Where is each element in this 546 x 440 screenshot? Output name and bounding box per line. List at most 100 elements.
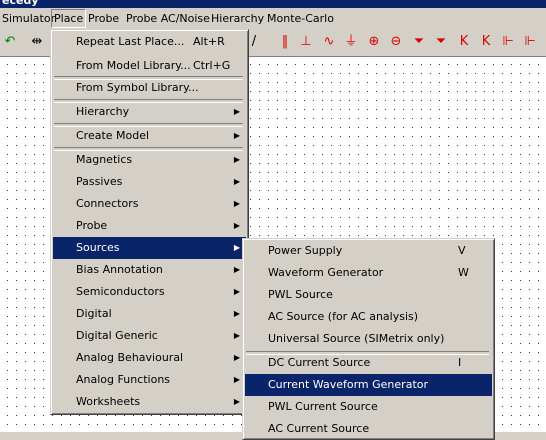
current-source-icon[interactable]: ⊕: [365, 33, 383, 51]
menu-bar: Simulator Place Probe Probe AC/Noise Hie…: [0, 8, 546, 29]
sources-menu-item-pwl-current-source[interactable]: PWL Current Source: [245, 396, 492, 418]
place-menu-item-repeat-last-place[interactable]: Repeat Last Place... Alt+R: [53, 31, 246, 53]
place-menu-item-semiconductors[interactable]: Semiconductors ▶: [53, 281, 246, 303]
transistor-npn-icon[interactable]: K: [455, 33, 473, 51]
place-menu-item-connectors[interactable]: Connectors ▶: [53, 193, 246, 215]
menu-item-shortcut: V: [458, 244, 466, 257]
menu-item-label: Semiconductors: [76, 285, 165, 298]
submenu-arrow-icon: ▶: [233, 131, 240, 140]
sources-menu-item-universal-source-simetrix-only[interactable]: Universal Source (SIMetrix only): [245, 328, 492, 350]
menu-item-shortcut: I: [458, 356, 462, 369]
place-menu-item-bias-annotation[interactable]: Bias Annotation ▶: [53, 259, 246, 281]
menu-separator: [54, 123, 243, 127]
place-menu-item-create-model[interactable]: Create Model ▶: [53, 125, 246, 147]
capacitor-icon[interactable]: ‖: [276, 33, 294, 51]
menu-item-label: Digital Generic: [76, 329, 158, 342]
menu-item-label: Power Supply: [268, 244, 343, 257]
place-menu-item-digital-generic[interactable]: Digital Generic ▶: [53, 325, 246, 347]
menu-item-shortcut: Alt+R: [193, 35, 225, 48]
menu-item-label: Hierarchy: [76, 105, 130, 118]
place-menu-item-hierarchy[interactable]: Hierarchy ▶: [53, 101, 246, 123]
place-menu-item-from-symbol-library[interactable]: From Symbol Library...: [53, 77, 246, 99]
place-menu-item-from-model-library[interactable]: From Model Library... Ctrl+G: [53, 55, 246, 77]
place-menu-item-sources[interactable]: Sources ▶: [53, 237, 246, 259]
menu-item-label: Create Model: [76, 129, 150, 142]
sources-menu-item-current-waveform-generator[interactable]: Current Waveform Generator: [245, 374, 492, 396]
menu-item-label: Passives: [76, 175, 123, 188]
menu-item-label: Waveform Generator: [268, 266, 384, 279]
menu-hierarchy[interactable]: Hierarchy: [209, 10, 266, 27]
voltage-source-icon[interactable]: ⊖: [387, 33, 405, 51]
diode-icon[interactable]: ⏷: [410, 33, 428, 51]
place-menu: Repeat Last Place... Alt+R From Model Libr…: [50, 29, 249, 415]
menu-item-shortcut: W: [458, 266, 469, 279]
title-bar: ecedy: [0, 0, 546, 8]
jfet-icon[interactable]: ⊩: [499, 33, 517, 51]
place-menu-item-passives[interactable]: Passives ▶: [53, 171, 246, 193]
menu-probe[interactable]: Probe: [86, 10, 121, 27]
menu-item-label: Sources: [76, 241, 120, 254]
inductor-icon[interactable]: ⊥: [297, 33, 315, 51]
window-title: ecedy: [2, 0, 39, 7]
menu-item-label: AC Source (for AC analysis): [268, 310, 419, 323]
menu-item-label: From Symbol Library...: [76, 81, 199, 94]
menu-probe-ac-noise[interactable]: Probe AC/Noise: [124, 10, 212, 27]
menu-item-label: From Model Library...: [76, 59, 191, 72]
place-menu-item-analog-functions[interactable]: Analog Functions ▶: [53, 369, 246, 391]
menu-item-label: Worksheets: [76, 395, 141, 408]
submenu-arrow-icon: ▶: [233, 199, 240, 208]
sources-menu-item-power-supply[interactable]: Power Supply V: [245, 240, 492, 262]
ground-icon[interactable]: ⏚: [342, 33, 360, 51]
transistor-pnp-icon[interactable]: K: [477, 33, 495, 51]
menu-item-label: Connectors: [76, 197, 139, 210]
submenu-arrow-icon: ▶: [233, 155, 240, 164]
menu-item-label: Current Waveform Generator: [268, 378, 429, 391]
sources-submenu: Power Supply V Waveform Generator W PWL Sour…: [242, 238, 495, 440]
submenu-arrow-icon: ▶: [233, 107, 240, 116]
zener-diode-icon[interactable]: ⏷: [432, 33, 450, 51]
place-menu-item-digital[interactable]: Digital ▶: [53, 303, 246, 325]
menu-item-label: Bias Annotation: [76, 263, 163, 276]
place-menu-item-worksheets[interactable]: Worksheets ▶: [53, 391, 246, 413]
menu-item-label: Analog Behavioural: [76, 351, 184, 364]
menu-item-label: PWL Current Source: [268, 400, 378, 413]
place-menu-item-magnetics[interactable]: Magnetics ▶: [53, 149, 246, 171]
menu-separator: [54, 76, 243, 80]
submenu-arrow-icon: ▶: [233, 243, 240, 252]
menu-item-shortcut: Ctrl+G: [193, 59, 231, 72]
menu-item-label: Magnetics: [76, 153, 133, 166]
submenu-arrow-icon: ▶: [233, 287, 240, 296]
mirror-icon[interactable]: ⇹: [28, 33, 46, 51]
sources-menu-item-ac-current-source[interactable]: AC Current Source: [245, 418, 492, 440]
place-menu-item-probe[interactable]: Probe ▶: [53, 215, 246, 237]
submenu-arrow-icon: ▶: [233, 331, 240, 340]
menu-item-label: AC Current Source: [268, 422, 370, 435]
sources-menu-item-dc-current-source[interactable]: DC Current Source I: [245, 352, 492, 374]
submenu-arrow-icon: ▶: [233, 375, 240, 384]
menu-item-label: Probe: [76, 219, 108, 232]
place-menu-item-analog-behavioural[interactable]: Analog Behavioural ▶: [53, 347, 246, 369]
menu-simulator[interactable]: Simulator: [0, 10, 57, 27]
menu-separator: [54, 99, 243, 103]
sources-menu-item-ac-source-for-ac-analysis[interactable]: AC Source (for AC analysis): [245, 306, 492, 328]
submenu-arrow-icon: ▶: [233, 309, 240, 318]
menu-item-label: PWL Source: [268, 288, 333, 301]
sources-menu-item-pwl-source[interactable]: PWL Source: [245, 284, 492, 306]
menu-item-label: DC Current Source: [268, 356, 371, 369]
menu-place[interactable]: Place: [51, 9, 87, 28]
mosfet-icon[interactable]: ⊩: [521, 33, 539, 51]
menu-item-label: Analog Functions: [76, 373, 171, 386]
resistor-icon[interactable]: ∿: [320, 33, 338, 51]
menu-item-label: Universal Source (SIMetrix only): [268, 332, 445, 345]
submenu-arrow-icon: ▶: [233, 265, 240, 274]
menu-separator: [246, 351, 489, 355]
menu-item-label: Repeat Last Place...: [76, 35, 185, 48]
submenu-arrow-icon: ▶: [233, 221, 240, 230]
undo-arrow-icon[interactable]: ↶: [1, 33, 19, 51]
submenu-arrow-icon: ▶: [233, 397, 240, 406]
menu-monte-carlo[interactable]: Monte-Carlo: [265, 10, 336, 27]
sources-menu-item-waveform-generator[interactable]: Waveform Generator W: [245, 262, 492, 284]
menu-item-label: Digital: [76, 307, 112, 320]
menu-separator: [54, 147, 243, 151]
submenu-arrow-icon: ▶: [233, 177, 240, 186]
